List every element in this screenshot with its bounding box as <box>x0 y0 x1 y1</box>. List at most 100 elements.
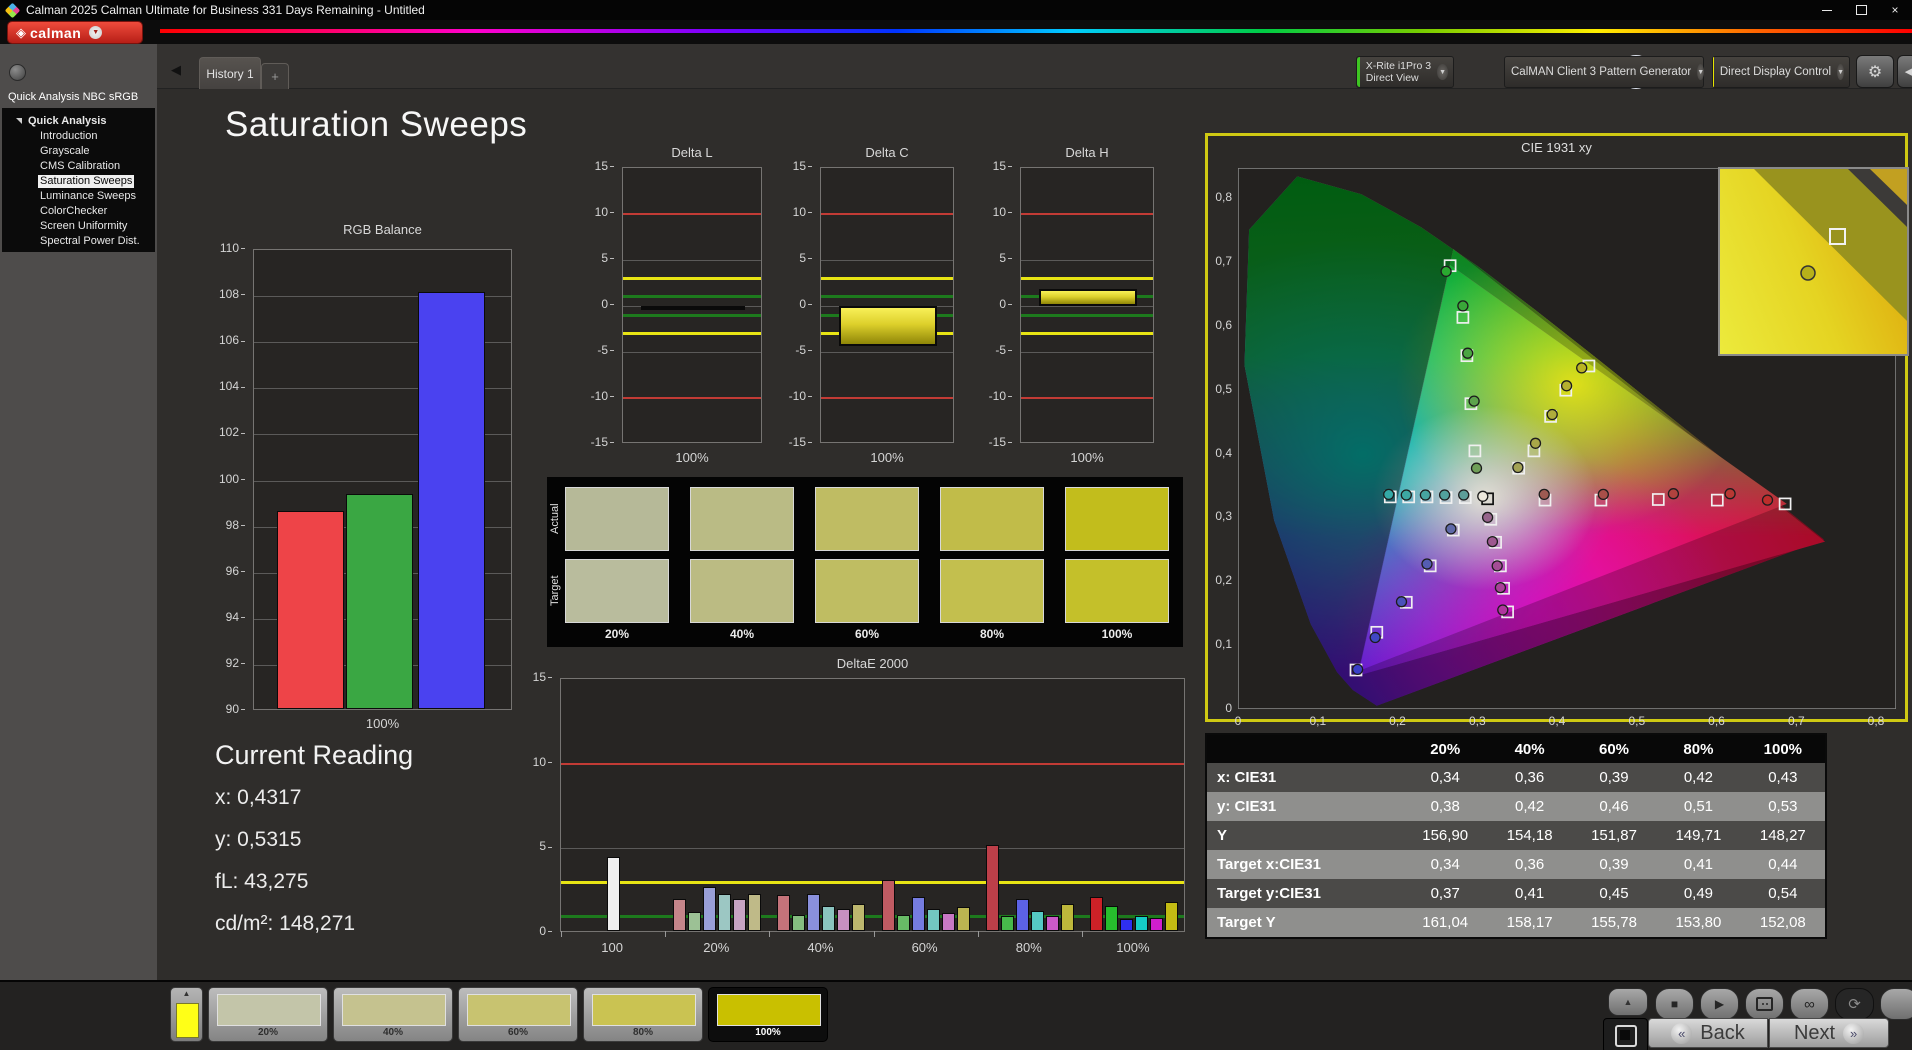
measured-point <box>1400 489 1412 501</box>
deltae-bar <box>792 914 806 931</box>
cie-y-tick: 0,4 <box>1215 445 1232 460</box>
table-cell: 0,41 <box>1683 856 1714 873</box>
extra-action-button[interactable] <box>1880 988 1912 1020</box>
cie-x-tick: 0,6 <box>1708 714 1725 728</box>
pattern-thumb-100%[interactable]: 100% <box>708 987 828 1042</box>
x-tick-mark <box>665 931 667 937</box>
refresh-button[interactable]: ⟳ <box>1835 988 1874 1020</box>
x-axis-label: 100% <box>675 450 709 465</box>
pattern-swatch-button[interactable]: ▲ <box>170 987 203 1042</box>
radio-indicator-icon[interactable] <box>9 64 26 81</box>
sidebar: Quick Analysis NBC sRGB Quick Analysis I… <box>0 44 157 980</box>
y-axis-tick: 5 <box>970 251 1012 265</box>
pattern-thumb-20%[interactable]: 20% <box>208 987 328 1042</box>
y-axis-tick: 94 <box>203 610 245 624</box>
y-axis-tick: 15 <box>970 159 1012 173</box>
current-reading-line: cd/m²: 148,271 <box>215 912 356 935</box>
y-axis-tick: -10 <box>970 389 1012 403</box>
measured-point <box>1481 511 1494 524</box>
limit-line <box>821 213 953 215</box>
tree-root-quick-analysis[interactable]: Quick Analysis <box>2 114 155 129</box>
sidebar-item-introduction[interactable]: Introduction <box>2 129 155 144</box>
meter-button[interactable]: X-Rite i1Pro 3 Direct View ▼ <box>1356 56 1454 88</box>
gridline <box>561 848 1184 850</box>
close-button[interactable]: × <box>1878 0 1912 20</box>
target-patch-40% <box>690 559 794 623</box>
table-row-label: y: CIE31 <box>1217 798 1277 815</box>
deltae-bar <box>852 903 866 931</box>
tab-history-1[interactable]: History 1 <box>199 57 261 89</box>
play-button[interactable]: ▶ <box>1700 988 1739 1020</box>
table-header-cell: 100% <box>1763 740 1803 758</box>
x-group-label: 40% <box>807 940 834 955</box>
back-button[interactable]: « Back <box>1648 1018 1768 1048</box>
app-icon <box>4 2 21 18</box>
next-button[interactable]: Next » <box>1769 1018 1889 1048</box>
y-axis-tick: 100 <box>203 472 245 486</box>
sidebar-collapse-icon[interactable]: ◀ <box>171 62 181 78</box>
current-reading-line: fL: 43,275 <box>215 870 309 893</box>
sidebar-item-saturation-sweeps[interactable]: Saturation Sweeps <box>2 174 155 189</box>
sidebar-item-luminance-sweeps[interactable]: Luminance Sweeps <box>2 189 155 204</box>
panel-collapse-button[interactable]: ◀ <box>1897 55 1912 88</box>
cie-y-tick: 0,6 <box>1215 317 1232 332</box>
pattern-thumb-80%[interactable]: 80% <box>583 987 703 1042</box>
deltae-bar <box>1045 915 1059 931</box>
y-axis-tick: 0 <box>572 297 614 311</box>
tab-add-button[interactable]: + <box>261 63 289 89</box>
y-axis-tick: 15 <box>770 159 812 173</box>
minimize-button[interactable] <box>1810 0 1844 20</box>
table-cell: 151,87 <box>1591 827 1637 844</box>
settings-button[interactable]: ⚙ <box>1856 55 1894 88</box>
table-cell: 0,42 <box>1515 798 1545 815</box>
table-cell: 155,78 <box>1591 914 1637 931</box>
sidebar-item-cms-calibration[interactable]: CMS Calibration <box>2 159 155 174</box>
calman-logo-icon: ◈ <box>16 24 26 40</box>
display-control-button[interactable]: Direct Display Control ▼ <box>1712 56 1850 88</box>
panel-expand-button[interactable]: ▲ <box>1608 988 1648 1016</box>
table-cell: 0,34 <box>1430 769 1460 786</box>
pattern-source-button[interactable]: CalMAN Client 3 Pattern Generator ▼ <box>1504 56 1705 88</box>
pattern-thumb-40%[interactable]: 40% <box>333 987 453 1042</box>
continuous-measure-button[interactable]: ∞ <box>1790 988 1829 1020</box>
sidebar-item-colorchecker[interactable]: ColorChecker <box>2 204 155 219</box>
table-row: x: CIE31 0,34 0,36 0,39 0,42 0,43 <box>1207 763 1825 792</box>
sidebar-item-spectral-power-dist-[interactable]: Spectral Power Dist. <box>2 234 155 249</box>
cie-chart-title: CIE 1931 xy <box>1521 140 1592 155</box>
table-row-label: x: CIE31 <box>1217 769 1277 786</box>
page-title: Saturation Sweeps <box>225 105 528 144</box>
rgb-bar-green <box>346 493 413 709</box>
close-icon: × <box>1891 3 1899 17</box>
delta-bar <box>641 306 745 310</box>
measured-point <box>1470 462 1483 474</box>
deltae-bar <box>822 905 836 931</box>
table-cell: 0,43 <box>1768 769 1798 786</box>
tree-root-label: Quick Analysis <box>28 115 107 127</box>
limit-line <box>623 313 761 317</box>
gridline <box>821 352 953 353</box>
limit-line <box>1021 332 1153 336</box>
deltae-bar <box>807 893 821 931</box>
sidebar-item-grayscale[interactable]: Grayscale <box>2 144 155 159</box>
y-axis-tick: -15 <box>572 435 614 449</box>
measured-point <box>1497 604 1509 616</box>
plus-icon: + <box>271 69 279 84</box>
measured-point <box>1486 535 1499 548</box>
stop-button[interactable]: ■ <box>1655 988 1694 1020</box>
table-cell: 0,36 <box>1515 769 1545 786</box>
thumb-label: 20% <box>257 1027 278 1038</box>
y-axis-tick: 104 <box>203 379 245 393</box>
sidebar-tree-items: Introduction Grayscale CMS Calibration Satu… <box>2 129 155 249</box>
sidebar-item-screen-uniformity[interactable]: Screen Uniformity <box>2 219 155 234</box>
maximize-button[interactable] <box>1844 0 1878 20</box>
pattern-sequence-button[interactable] <box>1745 988 1784 1020</box>
calman-menu-button[interactable]: ◈ calman ▼ <box>8 22 142 43</box>
deltae-bar <box>1000 915 1014 931</box>
y-axis-tick: 10 <box>770 205 812 219</box>
y-axis-tick: 90 <box>203 702 245 716</box>
deltae-bar <box>956 907 970 931</box>
pattern-window-button[interactable] <box>1603 1018 1648 1050</box>
pattern-thumb-60%[interactable]: 60% <box>458 987 578 1042</box>
chevron-down-icon: ▼ <box>1837 64 1844 80</box>
y-axis-tick: 96 <box>203 564 245 578</box>
